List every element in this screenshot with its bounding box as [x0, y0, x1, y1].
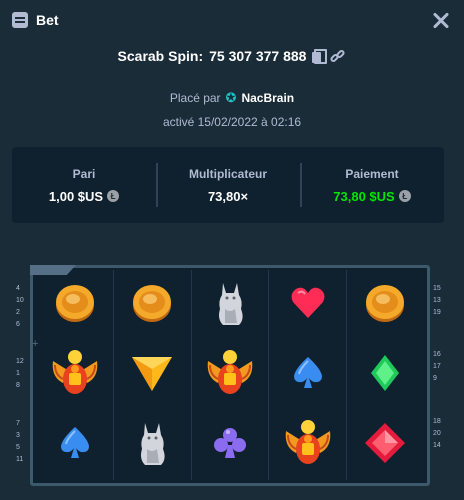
- reel-cell: [114, 270, 192, 340]
- payline-number: 1: [16, 369, 20, 377]
- cat-symbol-icon: [135, 419, 169, 472]
- reel-cell: [269, 410, 347, 480]
- payline-number: 16: [433, 350, 441, 358]
- stat-payout-value: 73,80 $US: [333, 188, 395, 204]
- cat-symbol-icon: [213, 279, 247, 332]
- stat-payout: Paiement 73,80 $US Ł: [300, 147, 444, 223]
- placed-by-label: Placé par: [169, 91, 221, 105]
- game-id-line: Scarab Spin: 75 307 377 888: [0, 48, 464, 64]
- payline-number: 17: [433, 362, 441, 370]
- bet-id: 75 307 377 888: [209, 48, 307, 64]
- payline-numbers-left-bottom: 7 3 5 11: [16, 417, 23, 465]
- payline-number: 14: [433, 441, 441, 449]
- payline-number: 3: [16, 431, 20, 439]
- payline-number: 6: [16, 320, 20, 328]
- stat-payout-label: Paiement: [345, 166, 399, 181]
- link-icon[interactable]: [329, 48, 347, 64]
- diamond-red-symbol-icon: [363, 421, 407, 470]
- triangle-symbol-icon: [130, 353, 174, 398]
- username-link[interactable]: NacBrain: [241, 91, 294, 105]
- payline-number: 10: [16, 296, 24, 304]
- payline-number: 15: [433, 284, 441, 292]
- stat-multiplier-value: 73,80×: [207, 188, 249, 204]
- payline-numbers-left-top: 4 10 2 6: [16, 282, 24, 330]
- payline-number: 20: [433, 429, 441, 437]
- coin-symbol-icon: [362, 280, 408, 331]
- modal-title: Bet: [36, 12, 59, 28]
- modal-header: Bet: [0, 0, 464, 40]
- payline-number: 2: [16, 308, 20, 316]
- payline-number: 7: [16, 419, 20, 427]
- scarab-symbol-icon: [282, 417, 334, 474]
- stat-bet: Pari 1,00 $US Ł: [12, 147, 156, 223]
- stat-multiplier-label: Multiplicateur: [188, 166, 267, 181]
- coin-symbol-icon: [52, 280, 98, 331]
- payline-number: 8: [16, 381, 20, 389]
- close-icon[interactable]: [430, 9, 452, 31]
- heart-symbol-icon: [290, 286, 326, 325]
- stat-multiplier: Multiplicateur 73,80×: [156, 147, 300, 223]
- payline-number: 13: [433, 296, 441, 304]
- payline-number: 9: [433, 374, 437, 382]
- bet-date: activé 15/02/2022 à 02:16: [162, 115, 302, 129]
- payline-number: 11: [16, 455, 24, 463]
- payline-numbers-right-top: 15 13 19: [433, 282, 441, 318]
- stat-bet-value: 1,00 $US: [48, 188, 104, 204]
- payline-number: 5: [16, 443, 20, 451]
- reel-cell: [191, 270, 269, 340]
- header-title-group: Bet: [12, 12, 59, 28]
- reel-cell: [36, 340, 114, 410]
- game-name: Scarab Spin:: [117, 48, 204, 64]
- payline-numbers-left-mid: 12 1 8: [16, 355, 24, 391]
- reel-cell: [36, 410, 114, 480]
- reel-cell: [114, 340, 192, 410]
- reel-cell: [346, 340, 424, 410]
- slot-reels: [36, 270, 424, 480]
- copy-icon[interactable]: [312, 49, 328, 64]
- reel-cell: [269, 340, 347, 410]
- plus-marker-icon: +: [32, 338, 39, 350]
- placed-by-line: Placé par ✪ NacBrain: [0, 90, 464, 106]
- spade-symbol-icon: [58, 425, 92, 466]
- vip-star-icon: ✪: [225, 90, 237, 105]
- payline-number: 18: [433, 417, 441, 425]
- litecoin-icon: Ł: [398, 190, 411, 202]
- payline-number: 12: [16, 357, 24, 365]
- bet-icon: [12, 12, 28, 28]
- scarab-symbol-icon: [204, 347, 256, 404]
- stat-payout-value-group: 73,80 $US Ł: [333, 188, 411, 204]
- stat-bet-label: Pari: [72, 166, 96, 181]
- stat-bet-value-group: 1,00 $US Ł: [48, 188, 120, 204]
- payline-numbers-right-mid: 16 17 9: [433, 348, 441, 384]
- payline-number: 4: [16, 284, 20, 292]
- reel-cell: [191, 340, 269, 410]
- litecoin-icon: Ł: [107, 190, 120, 202]
- reel-cell: [346, 270, 424, 340]
- payline-numbers-right-bottom: 18 20 14: [433, 415, 441, 451]
- club-symbol-icon: [212, 425, 248, 466]
- scarab-symbol-icon: [49, 347, 101, 404]
- reel-cell: [346, 410, 424, 480]
- diamond-green-symbol-icon: [369, 353, 401, 398]
- reel-cell: [114, 410, 192, 480]
- reel-cell: [191, 410, 269, 480]
- payline-number: 19: [433, 308, 441, 316]
- bet-stats-panel: Pari 1,00 $US Ł Multiplicateur 73,80× Pa…: [12, 147, 444, 223]
- reel-cell: [36, 270, 114, 340]
- spade-symbol-icon: [291, 355, 325, 396]
- reel-cell: [269, 270, 347, 340]
- coin-symbol-icon: [129, 280, 175, 331]
